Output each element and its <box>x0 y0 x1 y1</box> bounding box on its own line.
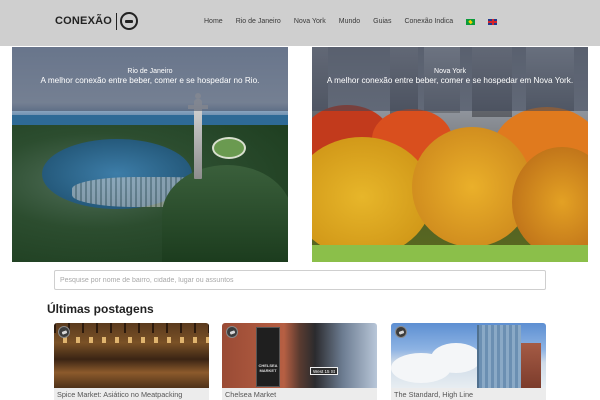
post-type-icon <box>395 326 407 338</box>
post-title[interactable]: Chelsea Market <box>222 388 377 400</box>
latest-posts-heading: Últimas postagens <box>47 302 154 316</box>
nav-item-home[interactable]: Home <box>204 18 223 25</box>
post-title[interactable]: The Standard, High Line <box>391 388 546 400</box>
uk-flag-icon[interactable] <box>488 18 498 25</box>
site-header: CONEXÃO Home Rio de Janeiro Nova York Mu… <box>0 0 600 46</box>
hero-tagline: A melhor conexão entre beber, comer e se… <box>326 76 574 85</box>
site-logo[interactable]: CONEXÃO <box>55 12 139 30</box>
post-card[interactable]: The Standard, High Line <box>391 323 546 400</box>
hero-card-rio[interactable]: Rio de Janeiro A melhor conexão entre be… <box>12 47 288 262</box>
search-input[interactable] <box>54 270 546 290</box>
post-type-icon <box>226 326 238 338</box>
nav-item-guias[interactable]: Guias <box>373 18 391 25</box>
main-nav: Home Rio de Janeiro Nova York Mundo Guia… <box>204 18 510 25</box>
market-sign-text: CHELSEA MARKET <box>258 363 278 373</box>
hero-city-label: Nova York <box>434 68 466 75</box>
logo-divider <box>116 12 118 30</box>
nav-item-nova-york[interactable]: Nova York <box>294 18 326 25</box>
logo-mark-icon <box>120 12 139 30</box>
post-image <box>222 323 377 389</box>
post-card[interactable]: Spice Market: Asiático no Meatpacking <box>54 323 209 400</box>
nav-item-conexao-indica[interactable]: Conexão Indica <box>404 18 453 25</box>
hero-tagline: A melhor conexão entre beber, comer e se… <box>40 76 260 85</box>
hero-city-label: Rio de Janeiro <box>127 68 173 75</box>
post-card[interactable]: CHELSEA MARKET West 15 St Chelsea Market <box>222 323 377 400</box>
logo-text: CONEXÃO <box>55 15 113 27</box>
post-type-icon <box>58 326 70 338</box>
post-title[interactable]: Spice Market: Asiático no Meatpacking <box>54 388 209 400</box>
street-sign: West 15 St <box>310 367 338 375</box>
hero-card-nova-york[interactable]: Nova York A melhor conexão entre beber, … <box>312 47 588 262</box>
nav-item-mundo[interactable]: Mundo <box>339 18 360 25</box>
market-sign <box>256 327 280 387</box>
nav-item-rio-de-janeiro[interactable]: Rio de Janeiro <box>236 18 281 25</box>
brazil-flag-icon[interactable] <box>466 18 476 25</box>
